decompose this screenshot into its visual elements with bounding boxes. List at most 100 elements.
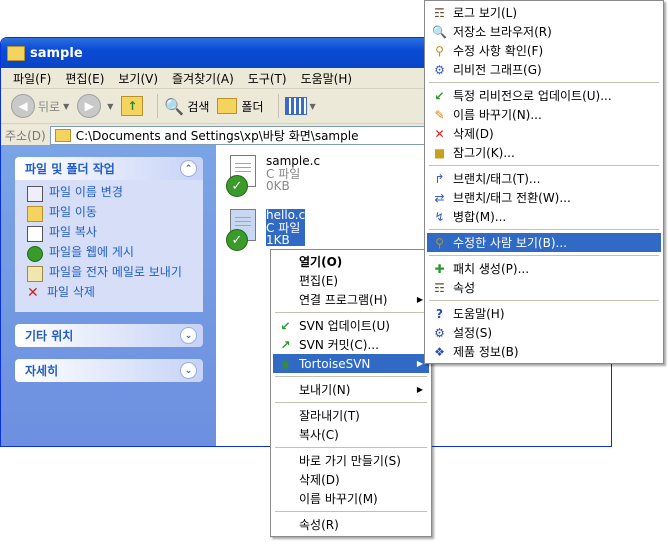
svn-settings[interactable]: ⚙ 설정(S) <box>427 323 661 342</box>
svn-rename[interactable]: ✎ 이름 바꾸기(N)... <box>427 105 661 124</box>
svn-blame[interactable]: ⚲ 수정한 사람 보기(B)... <box>427 233 661 252</box>
svn-create-patch[interactable]: ✚ 패치 생성(P)... <box>427 259 661 278</box>
menu-label: 삭제(D) <box>299 473 340 487</box>
svn-delete[interactable]: ✕ 삭제(D) <box>427 124 661 143</box>
svn-show-log[interactable]: ☶ 로그 보기(L) <box>427 3 661 22</box>
back-arrow-icon: ◀ <box>11 94 35 118</box>
repo-browser-icon: 🔍 <box>432 24 447 39</box>
other-places-title: 기타 위치 <box>25 329 74 343</box>
address-label: 주소(D) <box>5 128 46 143</box>
menu-separator <box>429 255 659 256</box>
svn-branch-tag[interactable]: ↱ 브랜치/태그(T)... <box>427 169 661 188</box>
svn-help[interactable]: ? 도움말(H) <box>427 304 661 323</box>
folder-icon <box>7 45 25 61</box>
menu-properties[interactable]: 속성(R) <box>273 515 429 534</box>
views-button[interactable]: ▼ <box>284 97 316 115</box>
menu-help[interactable]: 도움말(H) <box>301 70 353 87</box>
svn-lock[interactable]: ■ 잠그기(K)... <box>427 143 661 162</box>
menu-send-to[interactable]: 보내기(N) ▶ <box>273 380 429 399</box>
menu-label: 브랜치/태그(T)... <box>453 172 541 186</box>
rename-icon: ✎ <box>434 107 445 122</box>
menu-create-shortcut[interactable]: 바로 가기 만들기(S) <box>273 451 429 470</box>
menu-separator <box>275 447 427 448</box>
menu-delete[interactable]: 삭제(D) <box>273 470 429 489</box>
collapse-chevron-icon[interactable]: ⌃ <box>180 160 197 177</box>
task-copy[interactable]: 파일 복사 <box>27 226 195 242</box>
svn-update-icon: ↙ <box>280 318 291 333</box>
expand-chevron-icon[interactable]: ⌄ <box>180 362 197 379</box>
menu-file[interactable]: 파일(F) <box>13 70 51 87</box>
file-item-sample[interactable]: ✓ sample.c C 파일 0KB <box>226 155 320 197</box>
svn-properties[interactable]: ☶ 속성 <box>427 278 661 297</box>
blame-icon: ⚲ <box>435 235 444 250</box>
back-button[interactable]: ◀ 뒤로 ▼ <box>11 94 69 118</box>
menu-rename[interactable]: 이름 바꾸기(M) <box>273 489 429 508</box>
menu-label: 리비전 그래프(G) <box>453 63 542 77</box>
menu-cut[interactable]: 잘라내기(T) <box>273 406 429 425</box>
svn-about[interactable]: ❖ 제품 정보(B) <box>427 342 661 361</box>
menu-label: 설정(S) <box>453 326 493 340</box>
rename-icon <box>27 186 43 202</box>
menu-label: 브랜치/태그 전환(W)... <box>453 191 571 205</box>
svn-check-modifications[interactable]: ⚲ 수정 사항 확인(F) <box>427 41 661 60</box>
menu-label: 병합(M)... <box>453 210 507 224</box>
task-delete[interactable]: ✕ 파일 삭제 <box>27 286 195 301</box>
file-tasks-title: 파일 및 폴더 작업 <box>25 162 115 176</box>
menu-separator <box>429 300 659 301</box>
task-move[interactable]: 파일 이동 <box>27 206 195 222</box>
forward-button[interactable]: ▶ ▼ <box>77 94 113 118</box>
menu-view[interactable]: 보기(V) <box>118 70 158 87</box>
create-patch-icon: ✚ <box>434 261 445 276</box>
task-label: 파일을 전자 메일로 보내기 <box>49 265 182 279</box>
back-label: 뒤로 <box>38 99 61 114</box>
menu-open-with[interactable]: 연결 프로그램(H) ▶ <box>273 290 429 309</box>
dropdown-arrow-icon: ▼ <box>309 101 316 111</box>
menu-label: 속성 <box>453 281 476 295</box>
other-places-header[interactable]: 기타 위치 ⌄ <box>15 324 203 347</box>
toolbar-separator <box>157 94 159 118</box>
folders-button[interactable]: 폴더 <box>217 98 264 115</box>
branch-tag-icon: ↱ <box>434 171 445 186</box>
submenu-arrow-icon: ▶ <box>416 295 423 304</box>
svn-revision-graph[interactable]: ⚙ 리비전 그래프(G) <box>427 60 661 79</box>
menu-label: 보내기(N) <box>299 383 351 397</box>
menu-edit[interactable]: 편집(E) <box>65 70 104 87</box>
details-header[interactable]: 자세히 ⌄ <box>15 359 203 382</box>
folders-label: 폴더 <box>241 99 264 114</box>
file-tasks-body: 파일 이름 변경 파일 이동 파일 복사 파일을 웹에 게시 파일을 전자 메일… <box>15 180 203 312</box>
menu-tortoisesvn[interactable]: ◉ TortoiseSVN ▶ <box>273 354 429 373</box>
menu-separator <box>275 511 427 512</box>
other-places-panel: 기타 위치 ⌄ <box>15 324 203 347</box>
check-modifications-icon: ⚲ <box>435 43 444 58</box>
task-email[interactable]: 파일을 전자 메일로 보내기 <box>27 266 195 282</box>
task-rename[interactable]: 파일 이름 변경 <box>27 186 195 202</box>
file-tasks-panel: 파일 및 폴더 작업 ⌃ 파일 이름 변경 파일 이동 파일 복사 파일을 웹에… <box>15 157 203 312</box>
file-item-hello[interactable]: ✓ hello.c C 파일 1KB <box>226 209 306 251</box>
menu-edit[interactable]: 편집(E) <box>273 271 429 290</box>
up-folder-button[interactable]: ↑ <box>121 96 144 116</box>
menu-svn-commit[interactable]: ↗ SVN 커밋(C)... <box>273 335 429 354</box>
task-publish-web[interactable]: 파일을 웹에 게시 <box>27 246 195 262</box>
svn-switch[interactable]: ⇄ 브랜치/태그 전환(W)... <box>427 188 661 207</box>
menu-label: 편집(E) <box>299 274 339 288</box>
search-button[interactable]: 🔍 검색 <box>164 97 209 116</box>
folders-icon <box>217 98 238 114</box>
menu-label: 속성(R) <box>299 518 339 532</box>
menu-copy[interactable]: 복사(C) <box>273 425 429 444</box>
details-panel: 자세히 ⌄ <box>15 359 203 382</box>
menu-tools[interactable]: 도구(T) <box>248 70 287 87</box>
expand-chevron-icon[interactable]: ⌄ <box>180 327 197 344</box>
svn-repo-browser[interactable]: 🔍 저장소 브라우저(R) <box>427 22 661 41</box>
task-pane: 파일 및 폴더 작업 ⌃ 파일 이름 변경 파일 이동 파일 복사 파일을 웹에… <box>1 145 216 446</box>
menu-svn-update[interactable]: ↙ SVN 업데이트(U) <box>273 316 429 335</box>
menu-separator <box>429 82 659 83</box>
svn-update-to-revision[interactable]: ↙ 특정 리비전으로 업데이트(U)... <box>427 86 661 105</box>
menu-open[interactable]: 열기(O) <box>273 252 429 271</box>
file-tasks-header[interactable]: 파일 및 폴더 작업 ⌃ <box>15 157 203 180</box>
menu-label: 도움말(H) <box>453 307 505 321</box>
svn-merge[interactable]: ↯ 병합(M)... <box>427 207 661 226</box>
copy-icon <box>27 226 43 242</box>
menu-favorites[interactable]: 즐겨찾기(A) <box>172 70 234 87</box>
menu-label: 수정 사항 확인(F) <box>453 44 544 58</box>
task-label: 파일을 웹에 게시 <box>49 245 134 259</box>
